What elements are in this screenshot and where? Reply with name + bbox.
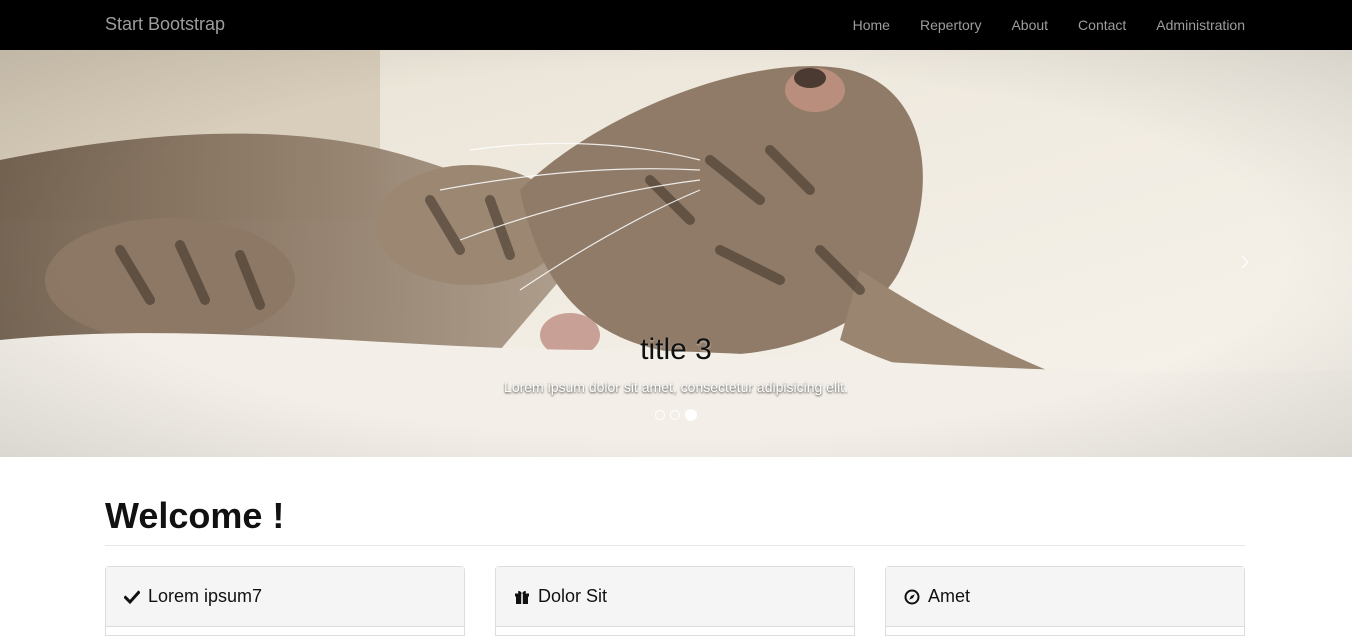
page-heading: Welcome ! — [105, 495, 285, 536]
carousel-indicator-3[interactable] — [685, 409, 697, 421]
feature-panel: Amet — [885, 566, 1245, 636]
nav-home[interactable]: Home — [853, 17, 890, 33]
hero-carousel: title 3 Lorem ipsum dolor sit amet, cons… — [0, 50, 1352, 457]
carousel-slide-image — [0, 50, 1352, 457]
nav-about[interactable]: About — [1011, 17, 1048, 33]
panel-title: Amet — [928, 586, 971, 606]
nav-contact[interactable]: Contact — [1078, 17, 1126, 33]
carousel-indicator-2[interactable] — [670, 410, 680, 420]
panel-heading: Amet — [886, 567, 1244, 627]
check-icon — [124, 589, 140, 604]
feature-panel: Lorem ipsum7 — [105, 566, 465, 636]
panel-heading: Dolor Sit — [496, 567, 854, 627]
navbar: Start Bootstrap Home Repertory About Con… — [0, 0, 1352, 50]
carousel-caption-title: title 3 — [640, 333, 712, 366]
brand-link[interactable]: Start Bootstrap — [105, 13, 225, 35]
panel-title: Dolor Sit — [538, 586, 608, 606]
carousel-indicators — [0, 409, 1352, 421]
feature-panel: Dolor Sit — [495, 566, 855, 636]
carousel-indicator-1[interactable] — [655, 410, 665, 420]
panel-title: Lorem ipsum7 — [148, 586, 263, 606]
heading-divider — [105, 545, 1245, 546]
panel-heading: Lorem ipsum7 — [106, 567, 464, 627]
nav-repertory[interactable]: Repertory — [920, 17, 981, 33]
nav-menu: Home Repertory About Contact Administrat… — [823, 0, 1245, 50]
compass-icon — [904, 589, 920, 604]
chevron-right-icon[interactable] — [1238, 255, 1252, 269]
carousel-caption-text: Lorem ipsum dolor sit amet, consectetur … — [504, 379, 848, 395]
nav-administration[interactable]: Administration — [1156, 17, 1245, 33]
gift-icon — [515, 590, 529, 604]
